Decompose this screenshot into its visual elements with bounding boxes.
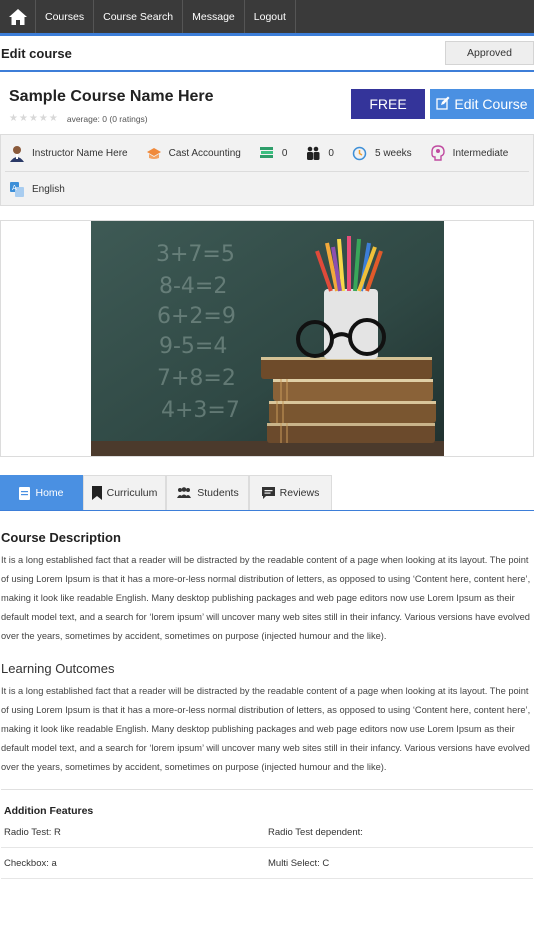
status-badge: Approved xyxy=(445,41,534,65)
description-text: It is a long established fact that a rea… xyxy=(1,555,531,641)
clock-icon xyxy=(351,144,369,162)
edit-course-bar: Edit course Approved xyxy=(0,36,534,72)
svg-text:3+7=5: 3+7=5 xyxy=(156,242,235,267)
document-icon xyxy=(19,486,31,500)
students-count: 0 xyxy=(328,147,334,159)
feature-multi-select: Multi Select: C xyxy=(268,857,330,869)
users-icon xyxy=(176,487,192,499)
course-title: Sample Course Name Here xyxy=(9,88,214,105)
rating-text: average: 0 (0 ratings) xyxy=(66,114,148,124)
students-info: 0 xyxy=(304,144,334,162)
tab-home-label: Home xyxy=(35,487,64,499)
duration-text: 5 weeks xyxy=(374,147,412,159)
tab-content: Course Description It is a long establis… xyxy=(0,530,534,879)
lessons-icon xyxy=(258,144,276,162)
language-info: A English xyxy=(8,181,65,199)
instructor-info[interactable]: Instructor Name Here xyxy=(8,144,128,162)
course-image-panel: 3+7=5 8-4=2 6+2=9 9-5=4 7+8=2 4+3=7 xyxy=(0,220,534,457)
lessons-info: 0 xyxy=(258,144,288,162)
svg-text:4+3=7: 4+3=7 xyxy=(161,398,240,423)
star-icon: ★ xyxy=(38,113,48,124)
language-text: English xyxy=(32,184,65,195)
outcomes-heading: Learning Outcomes xyxy=(1,661,115,676)
course-header: Sample Course Name Here ★ ★ ★ ★ ★ averag… xyxy=(0,72,534,134)
tab-curriculum-label: Curriculum xyxy=(106,487,158,499)
translate-icon: A xyxy=(8,181,26,199)
home-button[interactable] xyxy=(0,0,36,33)
feature-row: Radio Test: R Radio Test dependent: xyxy=(1,817,533,848)
star-icon: ★ xyxy=(9,113,18,124)
tab-students-label: Students xyxy=(197,487,239,499)
comment-icon xyxy=(261,487,275,499)
level-text: Intermediate xyxy=(452,147,509,159)
feature-radio-test: Radio Test: R xyxy=(4,826,61,838)
nav-courses[interactable]: Courses xyxy=(36,0,95,33)
level-icon xyxy=(429,144,447,162)
star-icon: ★ xyxy=(48,113,58,124)
lessons-count: 0 xyxy=(281,147,288,159)
description-heading: Course Description xyxy=(1,530,121,545)
tab-reviews-label: Reviews xyxy=(279,487,320,499)
top-navbar: Courses Course Search Message Logout xyxy=(0,0,534,36)
duration-info: 5 weeks xyxy=(351,144,412,162)
nav-logout[interactable]: Logout xyxy=(245,0,296,33)
edit-course-label: Edit Course xyxy=(454,96,528,112)
feature-checkbox: Checkbox: a xyxy=(4,857,57,869)
rating-stars: ★ ★ ★ ★ ★ xyxy=(9,114,58,124)
divider xyxy=(1,789,533,790)
bookmark-icon xyxy=(91,486,102,500)
level-info: Intermediate xyxy=(429,144,509,162)
category-name: Cast Accounting xyxy=(168,147,241,159)
course-image: 3+7=5 8-4=2 6+2=9 9-5=4 7+8=2 4+3=7 xyxy=(91,221,444,456)
star-icon: ★ xyxy=(28,113,38,124)
feature-radio-test-dependent: Radio Test dependent: xyxy=(268,826,363,838)
feature-row: Checkbox: a Multi Select: C xyxy=(1,848,533,879)
tab-students[interactable]: Students xyxy=(166,475,249,510)
star-icon: ★ xyxy=(18,113,28,124)
price-button[interactable]: FREE xyxy=(351,89,425,119)
category-icon xyxy=(145,144,163,162)
outcomes-text: It is a long established fact that a rea… xyxy=(1,686,531,772)
nav-message[interactable]: Message xyxy=(183,0,245,33)
instructor-avatar-icon xyxy=(8,144,26,162)
instructor-name: Instructor Name Here xyxy=(32,147,128,159)
edit-course-button[interactable]: Edit Course xyxy=(430,89,534,119)
page-title: Edit course xyxy=(1,45,72,61)
features-heading: Addition Features xyxy=(4,805,94,817)
svg-text:7+8=2: 7+8=2 xyxy=(157,366,236,391)
tab-curriculum[interactable]: Curriculum xyxy=(83,475,166,510)
svg-text:6+2=9: 6+2=9 xyxy=(157,304,236,329)
tab-reviews[interactable]: Reviews xyxy=(249,475,332,510)
edit-icon xyxy=(436,96,450,113)
course-info-panel: Instructor Name Here Cast Accounting 0 0… xyxy=(0,134,534,206)
nav-course-search[interactable]: Course Search xyxy=(94,0,184,33)
category-info[interactable]: Cast Accounting xyxy=(145,144,241,162)
home-icon xyxy=(8,8,27,25)
svg-text:A: A xyxy=(12,184,17,192)
svg-text:9-5=4: 9-5=4 xyxy=(159,334,227,359)
students-icon xyxy=(304,144,322,162)
svg-text:8-4=2: 8-4=2 xyxy=(159,274,227,299)
course-tabs: Home Curriculum Students Reviews xyxy=(0,475,534,511)
course-rating: ★ ★ ★ ★ ★ average: 0 (0 ratings) xyxy=(9,114,148,125)
tab-home[interactable]: Home xyxy=(0,475,83,510)
